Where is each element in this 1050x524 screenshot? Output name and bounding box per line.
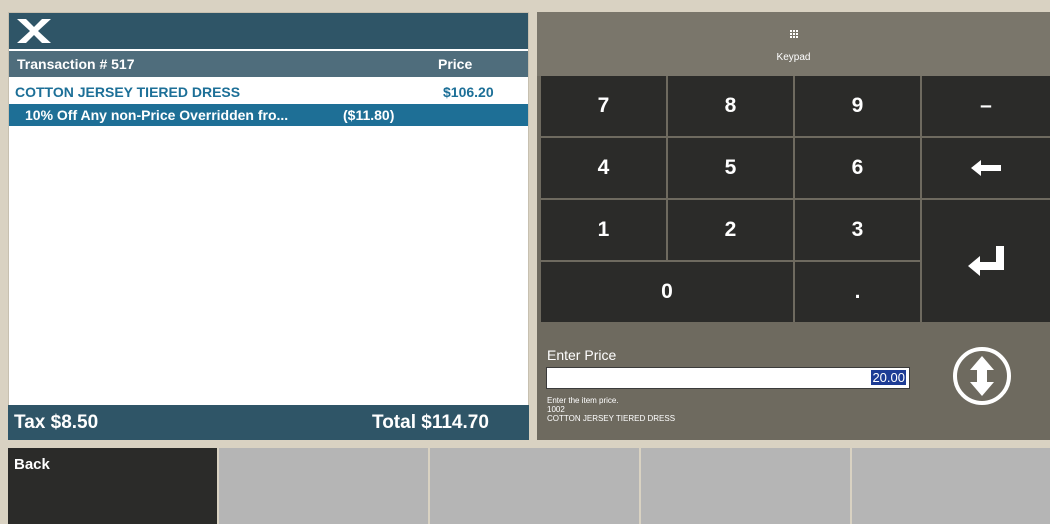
tax-label: Tax [14,412,46,433]
scroll-toggle-button[interactable] [952,346,1012,406]
transaction-header: Transaction # 517 Price [9,51,528,77]
hint-item-code: 1002 [547,405,565,414]
line-item-selected[interactable]: 10% Off Any non-Price Overridden fro... … [9,104,528,126]
price-column-header: Price [438,56,473,72]
total-label: Total [372,412,416,433]
key-2[interactable]: 2 [668,200,793,260]
function-button-2[interactable] [219,448,428,524]
tax-summary: Tax $8.50 [14,412,98,434]
tax-value: $8.50 [50,412,99,433]
keypad-grid-icon [790,30,798,38]
up-down-arrow-circle-icon [953,347,1011,405]
tab-keypad[interactable]: Keypad [537,12,1050,76]
key-3[interactable]: 3 [795,200,920,260]
x-logo-icon [17,19,51,43]
enter-price-label: Enter Price [547,347,617,363]
logo-bar [9,13,528,49]
function-button-4[interactable] [641,448,850,524]
price-input[interactable]: 20.00 [546,367,910,389]
keypad-panel: Keypad 7 8 9 – 4 5 6 1 2 3 0 . Enter Pri… [537,12,1050,440]
hint-instruction: Enter the item price. [547,396,619,405]
backspace-arrow-icon [971,160,1001,176]
back-button-label: Back [14,456,50,473]
line-item-amount: ($11.80) [343,107,395,123]
key-9[interactable]: 9 [795,76,920,136]
key-5[interactable]: 5 [668,138,793,198]
key-decimal[interactable]: . [795,262,920,322]
key-7[interactable]: 7 [541,76,666,136]
key-8[interactable]: 8 [668,76,793,136]
key-minus[interactable]: – [922,76,1050,136]
key-6[interactable]: 6 [795,138,920,198]
totals-bar: Tax $8.50 Total $114.70 [8,405,529,440]
enter-return-icon [968,246,1004,276]
line-item-amount: $106.20 [443,84,494,100]
total-summary: Total $114.70 [372,412,489,434]
tab-pointer [787,68,805,76]
key-4[interactable]: 4 [541,138,666,198]
numeric-keypad: 7 8 9 – 4 5 6 1 2 3 0 . [541,76,1050,322]
key-0[interactable]: 0 [541,262,793,322]
hint-item-name: COTTON JERSEY TIERED DRESS [547,414,676,423]
price-entry-area: Enter Price 20.00 Enter the item price. … [537,330,1050,440]
line-item-description: 10% Off Any non-Price Overridden fro... [25,107,289,123]
key-1[interactable]: 1 [541,200,666,260]
keypad-tab-label: Keypad [776,52,811,63]
function-button-5[interactable] [852,448,1050,524]
function-button-3[interactable] [430,448,639,524]
transaction-title: Transaction # 517 [17,56,135,72]
total-value: $114.70 [421,412,489,433]
enter-key[interactable] [922,200,1050,322]
entry-hint: Enter the item price. 1002 COTTON JERSEY… [547,396,675,423]
line-item[interactable]: COTTON JERSEY TIERED DRESS $106.20 [9,81,528,103]
back-button[interactable]: Back [8,448,217,524]
transaction-panel: Transaction # 517 Price COTTON JERSEY TI… [8,12,529,440]
backspace-key[interactable] [922,138,1050,198]
price-input-value: 20.00 [871,370,906,385]
line-item-description: COTTON JERSEY TIERED DRESS [15,84,241,100]
